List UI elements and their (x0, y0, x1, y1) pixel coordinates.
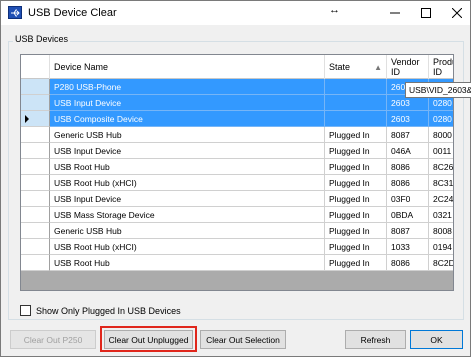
column-header-state-label: State (329, 62, 351, 72)
table-row[interactable]: Generic USB Hub Plugged In 8087 8008 (21, 223, 453, 239)
ok-button[interactable]: OK (410, 330, 463, 349)
window-title: USB Device Clear (28, 7, 117, 19)
close-button[interactable] (436, 1, 471, 25)
cell-vendor-id[interactable]: 8086 (387, 175, 429, 191)
current-row-arrow-icon (25, 115, 29, 123)
row-header[interactable] (21, 191, 50, 207)
table-header: Device Name State ▲ Vendor ID Product ID (21, 55, 453, 79)
row-header[interactable] (21, 111, 50, 127)
cell-product-id[interactable]: 0321 (429, 207, 453, 223)
row-header[interactable] (21, 255, 50, 271)
cell-state[interactable]: Plugged In (325, 175, 387, 191)
table-row[interactable]: USB Root Hub (xHCI) Plugged In 1033 0194 (21, 239, 453, 255)
row-header[interactable] (21, 127, 50, 143)
table-row[interactable]: USB Root Hub (xHCI) Plugged In 8086 8C31 (21, 175, 453, 191)
table-row[interactable]: USB Input Device 2603 0280 (21, 95, 453, 111)
cell-state[interactable]: Plugged In (325, 143, 387, 159)
column-header-device-name[interactable]: Device Name (50, 55, 325, 79)
maximize-icon (421, 8, 431, 18)
cell-device-name[interactable]: USB Root Hub (xHCI) (50, 175, 325, 191)
cell-device-name[interactable]: USB Root Hub (50, 159, 325, 175)
usb-devices-group-label: USB Devices (13, 34, 71, 44)
clear-out-selection-button[interactable]: Clear Out Selection (200, 330, 286, 349)
cell-device-name[interactable]: USB Root Hub (50, 255, 325, 271)
cell-product-id[interactable]: 8008 (429, 223, 453, 239)
cell-state[interactable] (325, 79, 387, 95)
cell-state[interactable]: Plugged In (325, 223, 387, 239)
cell-vendor-id[interactable]: 8086 (387, 255, 429, 271)
column-header-vendor-id[interactable]: Vendor ID (387, 55, 429, 79)
row-header[interactable] (21, 95, 50, 111)
cell-product-id[interactable]: 0194 (429, 239, 453, 255)
cell-product-id[interactable]: 8C26 (429, 159, 453, 175)
cell-device-name[interactable]: USB Input Device (50, 191, 325, 207)
cell-vendor-id[interactable]: 1033 (387, 239, 429, 255)
show-plugged-in-filter[interactable]: Show Only Plugged In USB Devices (20, 304, 181, 317)
cell-state[interactable]: Plugged In (325, 207, 387, 223)
cell-product-id[interactable]: 0280 (429, 111, 453, 127)
close-icon (452, 8, 462, 18)
usb-device-clear-window: USB Device Clear ↔ USB Devices Device Na… (0, 0, 471, 357)
row-header[interactable] (21, 159, 50, 175)
table-row[interactable]: USB Composite Device 2603 0280 (21, 111, 453, 127)
cell-device-name[interactable]: USB Input Device (50, 95, 325, 111)
row-header[interactable] (21, 223, 50, 239)
cell-product-id[interactable]: 8000 (429, 127, 453, 143)
table-row[interactable]: USB Input Device Plugged In 03F0 2C24 (21, 191, 453, 207)
resize-cursor-icon: ↔ (329, 4, 340, 16)
cell-device-name[interactable]: USB Input Device (50, 143, 325, 159)
cell-vendor-id[interactable]: 03F0 (387, 191, 429, 207)
cell-state[interactable]: Plugged In (325, 239, 387, 255)
cell-state[interactable] (325, 95, 387, 111)
table-row[interactable]: P280 USB-Phone 2603 (21, 79, 453, 95)
row-header[interactable] (21, 207, 50, 223)
cell-state[interactable]: Plugged In (325, 159, 387, 175)
cell-product-id[interactable]: 8C2D (429, 255, 453, 271)
sort-ascending-icon: ▲ (374, 63, 382, 72)
annotation-highlight-box (100, 326, 197, 352)
cell-state[interactable]: Plugged In (325, 191, 387, 207)
cell-vendor-id[interactable]: 0BDA (387, 207, 429, 223)
show-plugged-in-label[interactable]: Show Only Plugged In USB Devices (36, 306, 181, 316)
table-row[interactable]: USB Input Device Plugged In 046A 0011 (21, 143, 453, 159)
usb-icon (8, 6, 22, 19)
column-header-product-id[interactable]: Product ID (429, 55, 453, 79)
cell-device-name[interactable]: P280 USB-Phone (50, 79, 325, 95)
cell-vendor-id[interactable]: 8086 (387, 159, 429, 175)
row-header-column (21, 55, 50, 79)
minimize-icon (390, 12, 400, 14)
refresh-button[interactable]: Refresh (345, 330, 406, 349)
column-header-state[interactable]: State ▲ (325, 55, 387, 79)
title-bar[interactable]: USB Device Clear ↔ (1, 1, 470, 25)
row-header[interactable] (21, 79, 50, 95)
cell-product-id[interactable]: 0011 (429, 143, 453, 159)
cell-product-id[interactable]: 8C31 (429, 175, 453, 191)
cell-vendor-id[interactable]: 046A (387, 143, 429, 159)
row-header[interactable] (21, 143, 50, 159)
cell-vendor-id[interactable]: 2603 (387, 111, 429, 127)
clear-out-p250-button[interactable]: Clear Out P250 (10, 330, 96, 349)
cell-device-name[interactable]: Generic USB Hub (50, 127, 325, 143)
cell-device-name[interactable]: USB Mass Storage Device (50, 207, 325, 223)
cell-state[interactable]: Plugged In (325, 255, 387, 271)
table-row[interactable]: USB Root Hub Plugged In 8086 8C2D (21, 255, 453, 271)
table-row[interactable]: USB Mass Storage Device Plugged In 0BDA 032… (21, 207, 453, 223)
cell-state[interactable]: Plugged In (325, 127, 387, 143)
cell-device-name[interactable]: USB Composite Device (50, 111, 325, 127)
cell-vendor-id[interactable]: 8087 (387, 223, 429, 239)
cell-device-name[interactable]: Generic USB Hub (50, 223, 325, 239)
usb-devices-table[interactable]: Device Name State ▲ Vendor ID Product ID… (20, 54, 454, 291)
tooltip: USB\VID_2603& (405, 82, 471, 98)
show-plugged-in-checkbox[interactable] (20, 305, 31, 316)
row-header[interactable] (21, 239, 50, 255)
cell-vendor-id[interactable]: 8087 (387, 127, 429, 143)
cell-product-id[interactable]: 2C24 (429, 191, 453, 207)
table-row[interactable]: USB Root Hub Plugged In 8086 8C26 (21, 159, 453, 175)
table-row[interactable]: Generic USB Hub Plugged In 8087 8000 (21, 127, 453, 143)
cell-state[interactable] (325, 111, 387, 127)
row-header[interactable] (21, 175, 50, 191)
cell-device-name[interactable]: USB Root Hub (xHCI) (50, 239, 325, 255)
